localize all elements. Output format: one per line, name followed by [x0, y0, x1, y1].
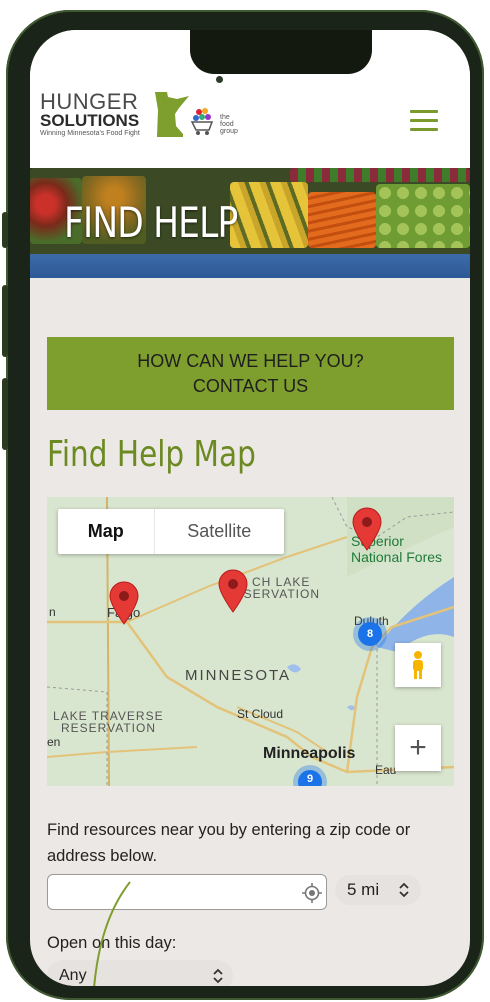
find-help-map-heading: Find Help Map — [47, 434, 256, 475]
map-label-lake-traverse-reservation: RESERVATION — [61, 721, 157, 735]
hamburger-menu-icon[interactable] — [410, 110, 438, 132]
locate-me-icon[interactable] — [302, 883, 322, 903]
street-view-pegman-icon[interactable] — [395, 643, 441, 687]
map-label-minneapolis: Minneapolis — [263, 745, 356, 762]
map-label-edge-en: en — [47, 735, 61, 749]
map-label-st-cloud: St Cloud — [237, 707, 284, 721]
page-title: FIND HELP — [64, 198, 238, 247]
phone-volume-up-button — [2, 285, 8, 357]
select-chevron-icon — [399, 882, 409, 898]
phone-screen: HUNGER SOLUTIONS Winning Minnesota's Foo… — [30, 30, 470, 986]
map-marker-icon[interactable] — [351, 507, 383, 551]
zoom-in-button[interactable]: + — [395, 725, 441, 771]
open-day-select[interactable]: Any — [47, 960, 233, 986]
cluster-count: 9 — [298, 770, 322, 786]
radius-select[interactable]: 5 mi — [335, 875, 421, 905]
logo-tagline: Winning Minnesota's Food Fight — [40, 130, 140, 137]
map-label-national-forest: National Fores — [351, 549, 443, 565]
select-chevron-icon — [213, 968, 223, 984]
hero-banner: FIND HELP — [30, 168, 470, 278]
map-tab-map[interactable]: Map — [58, 509, 154, 554]
logo-hunger-text: HUNGER — [40, 89, 139, 114]
map-marker-icon[interactable] — [217, 569, 249, 613]
map-label-minnesota: MINNESOTA — [185, 667, 292, 684]
map-marker-icon[interactable] — [108, 581, 140, 625]
map-label-edge-n: n — [49, 605, 56, 619]
hunger-solutions-logo[interactable]: HUNGER SOLUTIONS Winning Minnesota's Foo… — [40, 89, 140, 138]
front-camera — [216, 76, 223, 83]
food-group-text: the food group — [220, 114, 238, 135]
hero-blue-band — [30, 254, 470, 278]
phone-notch — [190, 30, 372, 74]
decorative-stem-line — [93, 881, 131, 986]
cluster-count: 8 — [358, 622, 382, 646]
cta-line-2: CONTACT US — [192, 375, 309, 396]
logo-solutions-text: SOLUTIONS — [40, 111, 140, 130]
phone-side-button — [2, 212, 8, 248]
find-help-map[interactable]: Map Satellite Superior National Fores CH… — [47, 497, 454, 786]
map-tab-satellite[interactable]: Satellite — [153, 509, 284, 554]
phone-volume-down-button — [2, 378, 8, 450]
marker-cluster-duluth[interactable]: 8 — [353, 617, 387, 651]
cta-line-1: HOW CAN WE HELP YOU? — [137, 350, 364, 371]
minnesota-state-icon — [155, 92, 189, 137]
contact-us-button[interactable]: HOW CAN WE HELP YOU? CONTACT US — [47, 337, 454, 410]
map-label-eau: Eau — [375, 763, 397, 777]
radius-value: 5 mi — [347, 880, 380, 899]
map-type-toggle: Map Satellite — [58, 509, 284, 554]
search-instructions: Find resources near you by entering a zi… — [47, 821, 411, 865]
